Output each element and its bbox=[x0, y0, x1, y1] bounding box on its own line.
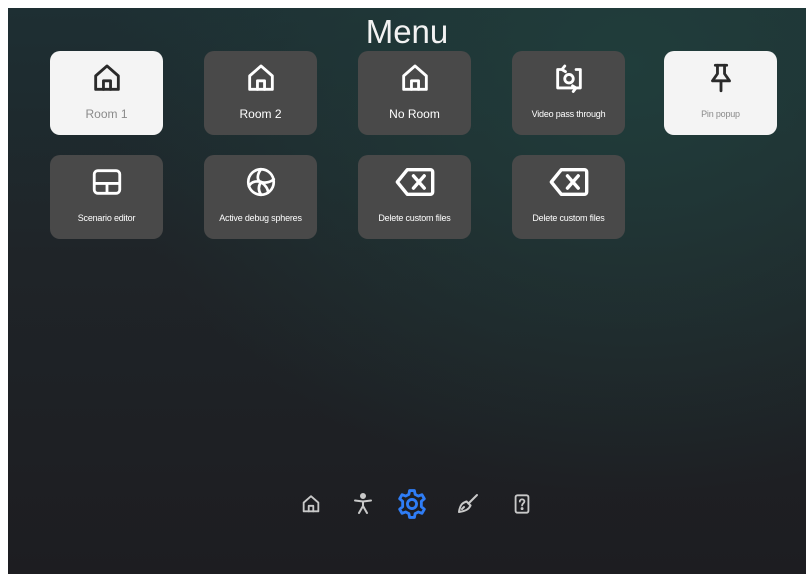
nav-home-button[interactable] bbox=[291, 486, 331, 526]
video-pass-through-button[interactable]: Video pass through bbox=[512, 51, 625, 135]
delete-custom-files-label: Delete custom files bbox=[532, 213, 605, 223]
active-debug-spheres-label: Active debug spheres bbox=[219, 213, 302, 223]
room-1-button[interactable]: Room 1 bbox=[50, 51, 163, 135]
home-icon bbox=[300, 493, 322, 520]
brush-icon bbox=[456, 492, 480, 521]
menu-title: Menu bbox=[365, 13, 449, 50]
home-icon bbox=[358, 60, 471, 96]
camera-rotate-icon bbox=[512, 60, 625, 96]
help-icon bbox=[511, 492, 533, 521]
room-1-label: Room 1 bbox=[85, 107, 128, 121]
video-pass-through-label: Video pass through bbox=[531, 109, 606, 119]
active-debug-spheres-button[interactable]: Active debug spheres bbox=[204, 155, 317, 239]
no-room-button[interactable]: No Room bbox=[358, 51, 471, 135]
pin-icon bbox=[664, 60, 777, 96]
person-icon bbox=[351, 491, 375, 522]
nav-settings-button[interactable] bbox=[392, 486, 432, 526]
nav-brush-button[interactable] bbox=[448, 486, 488, 526]
scenario-editor-label: Scenario editor bbox=[77, 213, 136, 223]
pin-popup-button[interactable]: Pin popup bbox=[664, 51, 777, 135]
pin-popup-label: Pin popup bbox=[701, 109, 740, 119]
nav-person-button[interactable] bbox=[343, 486, 383, 526]
bottom-nav bbox=[8, 486, 806, 526]
home-icon bbox=[204, 60, 317, 96]
backspace-icon bbox=[512, 164, 625, 200]
backspace-icon bbox=[358, 164, 471, 200]
gear-icon bbox=[395, 487, 429, 526]
delete-custom-files-label: Delete custom files bbox=[378, 213, 451, 223]
menu-panel: Menu Room 1 Room 2 No Room Video pass th… bbox=[8, 8, 806, 574]
sphere-icon bbox=[204, 164, 317, 200]
scenario-editor-button[interactable]: Scenario editor bbox=[50, 155, 163, 239]
nav-help-button[interactable] bbox=[502, 486, 542, 526]
delete-custom-files-button-2[interactable]: Delete custom files bbox=[512, 155, 625, 239]
no-room-label: No Room bbox=[389, 107, 440, 121]
room-2-button[interactable]: Room 2 bbox=[204, 51, 317, 135]
home-icon bbox=[50, 60, 163, 96]
delete-custom-files-button[interactable]: Delete custom files bbox=[358, 155, 471, 239]
layout-icon bbox=[50, 164, 163, 200]
room-2-label: Room 2 bbox=[239, 107, 282, 121]
